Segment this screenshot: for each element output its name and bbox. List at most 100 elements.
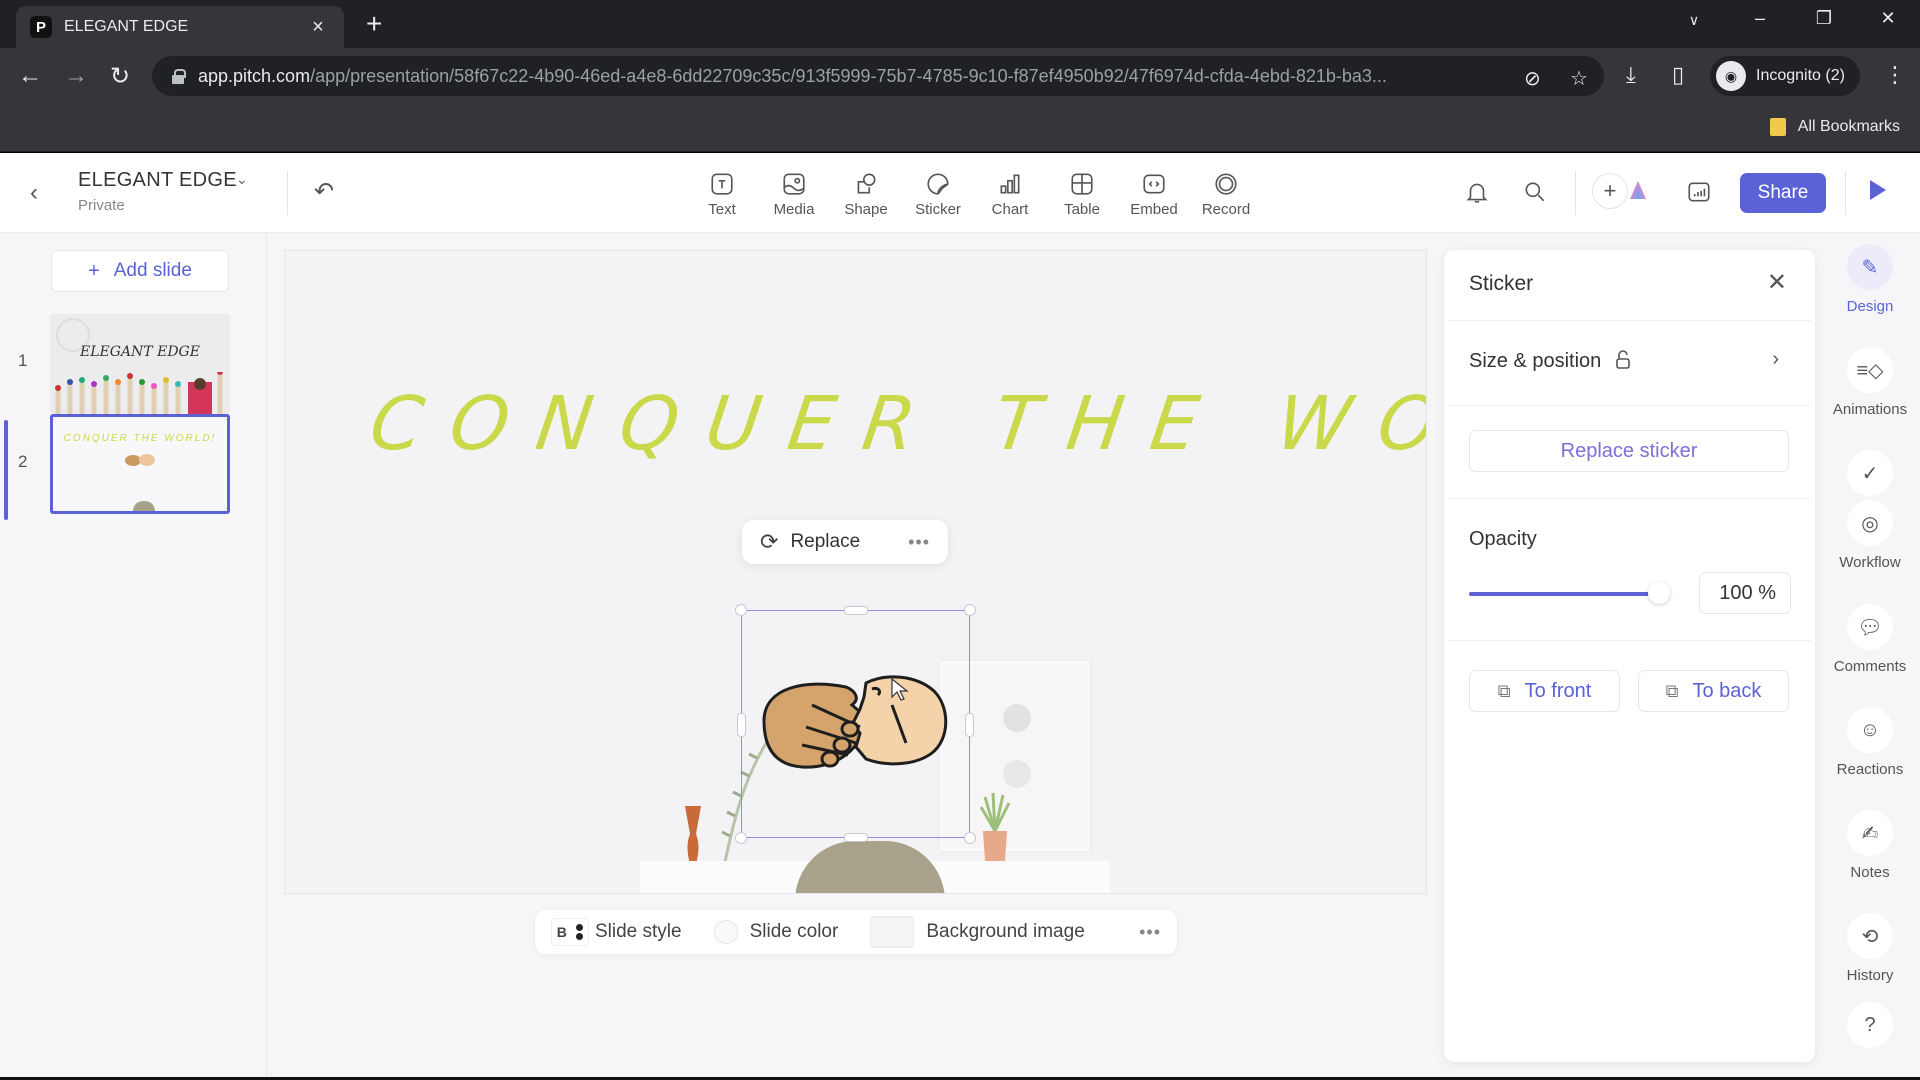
to-front-label: To front	[1524, 679, 1592, 702]
workflow-check-icon: ✓	[1847, 450, 1893, 496]
present-play-icon[interactable]	[1870, 180, 1886, 200]
tool-table[interactable]: Table	[1046, 171, 1118, 218]
add-slide-button[interactable]: + Add slide	[51, 250, 229, 292]
url-input[interactable]: app.pitch.com/app/presentation/58f67c22-…	[152, 56, 1604, 96]
collaborator-avatar-icon[interactable]	[1628, 179, 1648, 205]
chevron-right-icon[interactable]: ›	[1772, 348, 1779, 371]
rail-design[interactable]: ✎ Design	[1820, 244, 1920, 315]
slide-options-bar: B Slide style Slide color Background ima…	[535, 910, 1177, 954]
replace-button[interactable]: Replace	[790, 531, 908, 553]
download-icon[interactable]: ⤓	[1626, 62, 1636, 88]
tool-label: Embed	[1130, 201, 1178, 218]
tab-close-icon[interactable]: ×	[306, 16, 330, 39]
rail-animations[interactable]: ≡◇ Animations	[1820, 347, 1920, 418]
notifications-bell-icon[interactable]	[1464, 179, 1490, 205]
tool-text[interactable]: Text	[686, 171, 758, 218]
tool-media[interactable]: Media	[758, 171, 830, 218]
tool-label: Shape	[844, 201, 888, 218]
size-position-label[interactable]: Size & position	[1469, 350, 1601, 373]
analytics-icon[interactable]	[1686, 179, 1712, 205]
unlock-icon[interactable]	[1614, 350, 1632, 370]
resize-handle-top-left[interactable]	[735, 604, 747, 616]
slide-color-button[interactable]: Slide color	[713, 920, 839, 944]
rail-label: Workflow	[1839, 554, 1901, 571]
tool-sticker[interactable]: Sticker	[902, 171, 974, 218]
design-icon: ✎	[1847, 244, 1893, 290]
all-bookmarks[interactable]: All Bookmarks	[1769, 118, 1900, 136]
browser-menu-icon[interactable]: ⋮	[1884, 62, 1906, 88]
resize-handle-right[interactable]	[965, 713, 974, 737]
window-close-icon[interactable]: ✕	[1868, 8, 1908, 29]
panel-title: Sticker	[1469, 272, 1534, 295]
minimize-icon[interactable]: –	[1740, 8, 1780, 29]
resize-handle-bottom-left[interactable]	[735, 832, 747, 844]
new-tab-icon[interactable]: +	[366, 10, 382, 38]
rail-history[interactable]: ⟲ History	[1820, 913, 1920, 984]
slide-style-button[interactable]: B Slide style	[551, 918, 682, 946]
search-icon[interactable]	[1522, 179, 1548, 205]
bookmark-star-icon[interactable]: ☆	[1570, 66, 1588, 91]
resize-handle-bottom[interactable]	[844, 833, 868, 842]
tab-search-icon[interactable]: ∨	[1674, 12, 1714, 29]
side-panel-icon[interactable]: ▯	[1672, 62, 1684, 88]
opacity-input[interactable]	[1699, 572, 1791, 614]
embed-icon	[1143, 174, 1165, 194]
pencils-illustration	[55, 372, 223, 414]
more-options-icon[interactable]: •••	[1139, 922, 1161, 943]
back-to-dashboard-icon[interactable]: ‹	[30, 179, 38, 207]
slide-color-label: Slide color	[749, 921, 839, 942]
browser-tab-strip: P ELEGANT EDGE × + ∨ – ❐ ✕	[0, 0, 1920, 48]
tool-shape[interactable]: Shape	[830, 171, 902, 218]
undo-icon[interactable]: ↶	[314, 177, 334, 206]
add-slide-label: Add slide	[113, 260, 192, 281]
incognito-badge[interactable]: ◉ Incognito (2)	[1710, 56, 1860, 96]
rail-workflow[interactable]: ✓ ◎ Workflow	[1820, 450, 1920, 571]
slide-thumbnail-2[interactable]: CONQUER THE WORLD!	[50, 414, 230, 514]
resize-handle-left[interactable]	[737, 713, 746, 737]
slide-thumbnail-1[interactable]: ELEGANT EDGE	[50, 314, 230, 414]
help-icon: ?	[1847, 1002, 1893, 1048]
restore-icon[interactable]: ❐	[1804, 8, 1844, 29]
reload-icon[interactable]: ↻	[104, 62, 136, 91]
incognito-label: Incognito (2)	[1756, 67, 1845, 84]
handshake-sticker[interactable]	[756, 669, 952, 775]
tool-record[interactable]: Record	[1190, 171, 1262, 218]
browser-tab[interactable]: P ELEGANT EDGE ×	[16, 6, 344, 48]
slide-color-swatch	[713, 920, 738, 944]
slide-number: 1	[18, 351, 28, 370]
resize-handle-top-right[interactable]	[964, 604, 976, 616]
share-button[interactable]: Share	[1740, 173, 1826, 213]
rail-comments[interactable]: 💬︎ Comments	[1820, 604, 1920, 675]
right-rail: ✎ Design ≡◇ Animations ✓ ◎ Workflow 💬︎ C…	[1820, 234, 1920, 1077]
background-image-button[interactable]: Background image	[870, 916, 1085, 948]
replace-sticker-button[interactable]: Replace sticker	[1469, 430, 1789, 472]
rail-notes[interactable]: ✍︎ Notes	[1820, 810, 1920, 881]
rail-reactions[interactable]: ☺ Reactions	[1820, 707, 1920, 778]
slide-headline[interactable]: CONQUER THE WORLD!	[365, 381, 1426, 467]
chevron-down-icon[interactable]: ⌄	[236, 171, 248, 188]
resize-handle-bottom-right[interactable]	[964, 832, 976, 844]
invite-collaborator-button[interactable]: +	[1592, 173, 1628, 209]
to-back-button[interactable]: ⧉ To back	[1638, 670, 1789, 712]
back-icon[interactable]: ←	[14, 62, 46, 90]
document-title[interactable]: ELEGANT EDGE	[78, 169, 237, 192]
resize-handle-top[interactable]	[844, 606, 868, 615]
reactions-icon: ☺	[1847, 707, 1893, 753]
tracking-protection-icon[interactable]: ⊘	[1524, 66, 1541, 91]
forward-icon[interactable]: →	[60, 62, 92, 90]
tool-label: Text	[708, 201, 736, 218]
tool-embed[interactable]: Embed	[1118, 171, 1190, 218]
sticker-selection-box[interactable]	[735, 604, 976, 844]
help-button[interactable]: ?	[1820, 1002, 1920, 1048]
opacity-slider-thumb[interactable]	[1648, 582, 1670, 604]
tool-chart[interactable]: Chart	[974, 171, 1046, 218]
workflow-user-icon: ◎	[1847, 500, 1893, 546]
rail-label: Reactions	[1836, 761, 1904, 778]
more-options-icon[interactable]: •••	[908, 532, 930, 553]
slide-list: + Add slide 1 ELEGANT EDGE 2 CONQUER THE…	[0, 234, 267, 1077]
to-front-button[interactable]: ⧉ To front	[1469, 670, 1620, 712]
divider	[287, 171, 288, 215]
opacity-slider[interactable]	[1469, 582, 1670, 604]
close-icon[interactable]: ✕	[1767, 268, 1787, 297]
tab-title: ELEGANT EDGE	[64, 18, 189, 35]
